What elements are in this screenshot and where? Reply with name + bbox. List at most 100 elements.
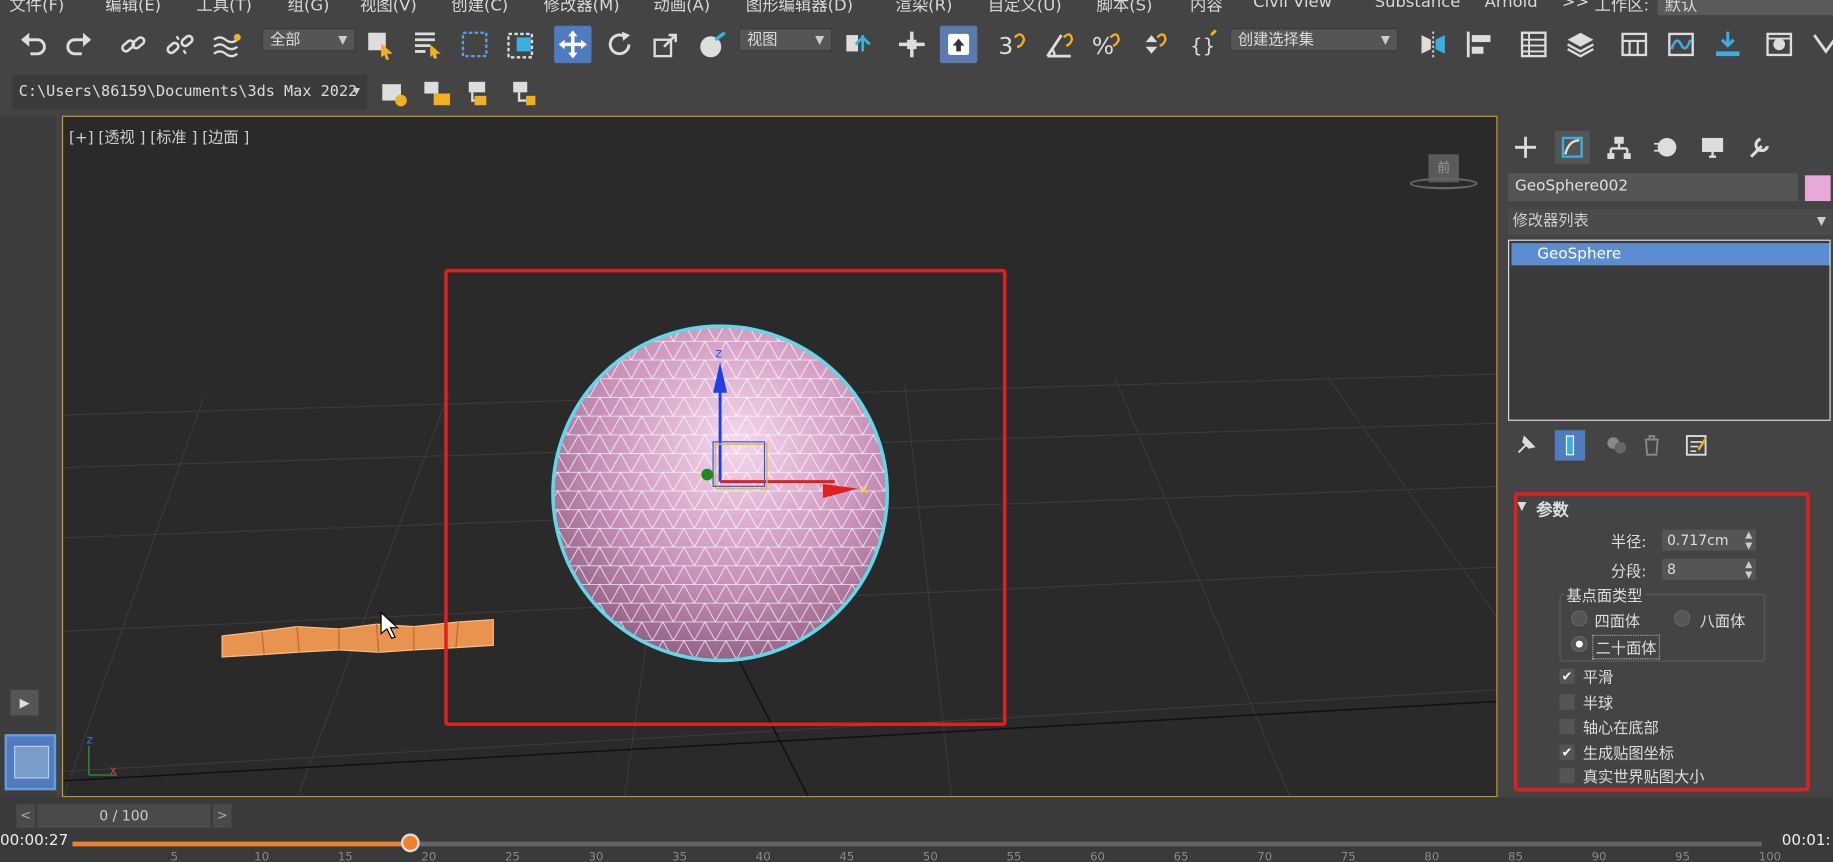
select-by-name-icon[interactable] — [409, 26, 446, 63]
menu-tools[interactable]: 工具(T) — [196, 0, 252, 16]
project-path-dropdown[interactable]: C:\Users\86159\Documents\3ds Max 2022 ▼ — [11, 74, 368, 110]
percent-snap-icon[interactable]: % — [1087, 26, 1124, 63]
named-selection-dropdown[interactable]: 创建选择集 ▼ — [1229, 28, 1399, 52]
tab-modify[interactable] — [1554, 130, 1590, 164]
configure-sets-icon[interactable] — [1681, 430, 1711, 460]
menu-edit[interactable]: 编辑(E) — [105, 0, 161, 16]
rect-region-icon[interactable] — [456, 26, 493, 63]
menu-substance[interactable]: Substance — [1375, 0, 1461, 12]
menu-view[interactable]: 视图(V) — [360, 0, 417, 16]
viewcube-ring[interactable] — [1409, 177, 1478, 190]
snap-3d-icon[interactable]: 3 — [994, 26, 1031, 63]
viewport-layout-icon — [14, 745, 50, 779]
object-color-swatch[interactable] — [1804, 175, 1831, 202]
angle-snap-icon[interactable] — [1040, 26, 1077, 63]
menu-more[interactable]: >> — [1562, 0, 1589, 12]
workspace-dropdown[interactable]: 默认 — [1657, 0, 1833, 16]
reference-coord-value: 视图 — [746, 31, 778, 50]
layer-explorer-icon[interactable] — [1562, 26, 1599, 63]
ruler-tick: 70 — [1257, 851, 1273, 862]
move-icon[interactable] — [554, 25, 592, 64]
project-folder-icon[interactable] — [419, 75, 456, 112]
menu-content[interactable]: 内容 — [1190, 0, 1223, 16]
wrench-icon — [1750, 137, 1770, 158]
menu-modifiers[interactable]: 修改器(M) — [544, 0, 620, 16]
link-icon[interactable] — [115, 26, 152, 63]
modifier-list-dropdown[interactable]: 修改器列表 ▼ — [1508, 209, 1833, 235]
render-setup-icon[interactable] — [1807, 26, 1833, 63]
menu-animation[interactable]: 动画(A) — [653, 0, 710, 16]
frame-ruler[interactable]: 5 10 15 20 25 30 35 40 45 50 55 60 65 70 75 80 85 90 95 100 — [0, 797, 1833, 862]
select-manipulate-icon[interactable] — [893, 26, 930, 63]
scene-explorer-icon[interactable] — [1515, 26, 1552, 63]
menu-scripting[interactable]: 脚本(S) — [1097, 0, 1153, 16]
menu-graph-editors[interactable]: 图形编辑器(D) — [746, 0, 853, 16]
viewport-layout-button[interactable] — [4, 734, 57, 791]
modifier-stack[interactable]: GeoSphere — [1508, 239, 1831, 421]
hierarchy-icon — [1607, 136, 1631, 159]
bind-spacewarp-icon[interactable] — [208, 26, 245, 63]
ruler-tick: 10 — [254, 851, 270, 862]
unlink-icon[interactable] — [161, 26, 198, 63]
viewcube[interactable]: 前 — [1409, 152, 1480, 199]
undo-icon[interactable] — [14, 26, 51, 63]
align-icon[interactable] — [1461, 26, 1498, 63]
rotate-icon[interactable] — [601, 26, 638, 63]
chevron-down-icon: ▼ — [1816, 215, 1826, 228]
edit-named-sets-icon[interactable]: {} — [1185, 26, 1222, 63]
object-name-field[interactable]: GeoSphere002 — [1508, 173, 1798, 202]
selection-filter-dropdown[interactable]: 全部 ▼ — [261, 28, 356, 52]
stack-item-geosphere[interactable]: GeoSphere — [1511, 243, 1830, 266]
highlight-frame-viewport — [444, 268, 1007, 726]
redo-icon[interactable] — [61, 26, 98, 63]
project-structure-icon[interactable] — [463, 75, 500, 112]
make-unique-icon[interactable] — [1602, 430, 1632, 460]
menu-arnold[interactable]: Arnold — [1485, 0, 1538, 12]
modify-icon — [1561, 136, 1583, 158]
ruler-tick: 85 — [1508, 851, 1523, 862]
workspace-value: 默认 — [1664, 0, 1698, 16]
tab-create[interactable] — [1508, 131, 1543, 164]
pivot-icon[interactable] — [839, 26, 876, 63]
menu-bar: 文件(F) 编辑(E) 工具(T) 组(G) 视图(V) 创建(C) 修改器(M… — [0, 0, 1833, 19]
ruler-tick: 45 — [839, 851, 855, 862]
keyboard-shortcut-icon[interactable] — [939, 25, 978, 64]
display-icon — [1702, 137, 1724, 158]
menu-customize[interactable]: 自定义(U) — [988, 0, 1062, 16]
svg-text:x: x — [110, 763, 117, 777]
select-object-icon[interactable] — [362, 26, 399, 63]
tab-utilities[interactable] — [1742, 131, 1777, 164]
reference-coord-dropdown[interactable]: 视图 ▼ — [738, 28, 833, 52]
pin-stack-icon[interactable] — [1510, 430, 1540, 460]
menu-rendering[interactable]: 渲染(R) — [895, 0, 952, 16]
material-editor-icon[interactable] — [1761, 26, 1798, 63]
window-crossing-icon[interactable] — [503, 26, 540, 63]
chevron-down-icon: ▼ — [353, 85, 361, 99]
spinner-snap-icon[interactable] — [1134, 26, 1171, 63]
schematic-view-icon[interactable] — [1709, 26, 1746, 63]
main-toolbar: 全部 ▼ 视图 ▼ 3 % {} 创建选择集 ▼ — [0, 18, 1833, 73]
ruler-tick: 100 — [1758, 851, 1782, 862]
mirror-icon[interactable] — [1414, 26, 1451, 63]
chevron-down-icon: ▼ — [338, 33, 348, 47]
project-tree-icon[interactable] — [507, 75, 544, 112]
menu-create[interactable]: 创建(C) — [451, 0, 508, 16]
place-icon[interactable] — [694, 26, 731, 63]
menu-civil-view[interactable]: Civil View — [1253, 0, 1332, 12]
project-settings-icon[interactable] — [376, 75, 413, 112]
named-selection-value: 创建选择集 — [1237, 31, 1314, 50]
tab-motion[interactable] — [1648, 131, 1683, 164]
play-icon[interactable]: ▶ — [10, 689, 39, 716]
show-end-result-icon[interactable] — [1554, 430, 1586, 461]
tab-display[interactable] — [1695, 131, 1730, 164]
curve-editor-icon[interactable] — [1662, 26, 1699, 63]
tab-hierarchy[interactable] — [1602, 131, 1637, 164]
remove-modifier-icon[interactable] — [1637, 430, 1667, 460]
workspace-label: 工作区: — [1594, 0, 1650, 16]
menu-file[interactable]: 文件(F) — [9, 0, 64, 16]
left-command-strip: ▶ — [0, 116, 57, 798]
menu-group[interactable]: 组(G) — [288, 0, 330, 16]
scale-icon[interactable] — [648, 26, 685, 63]
project-path-value: C:\Users\86159\Documents\3ds Max 2022 — [18, 82, 358, 101]
toggle-ribbon-icon[interactable] — [1616, 26, 1653, 63]
